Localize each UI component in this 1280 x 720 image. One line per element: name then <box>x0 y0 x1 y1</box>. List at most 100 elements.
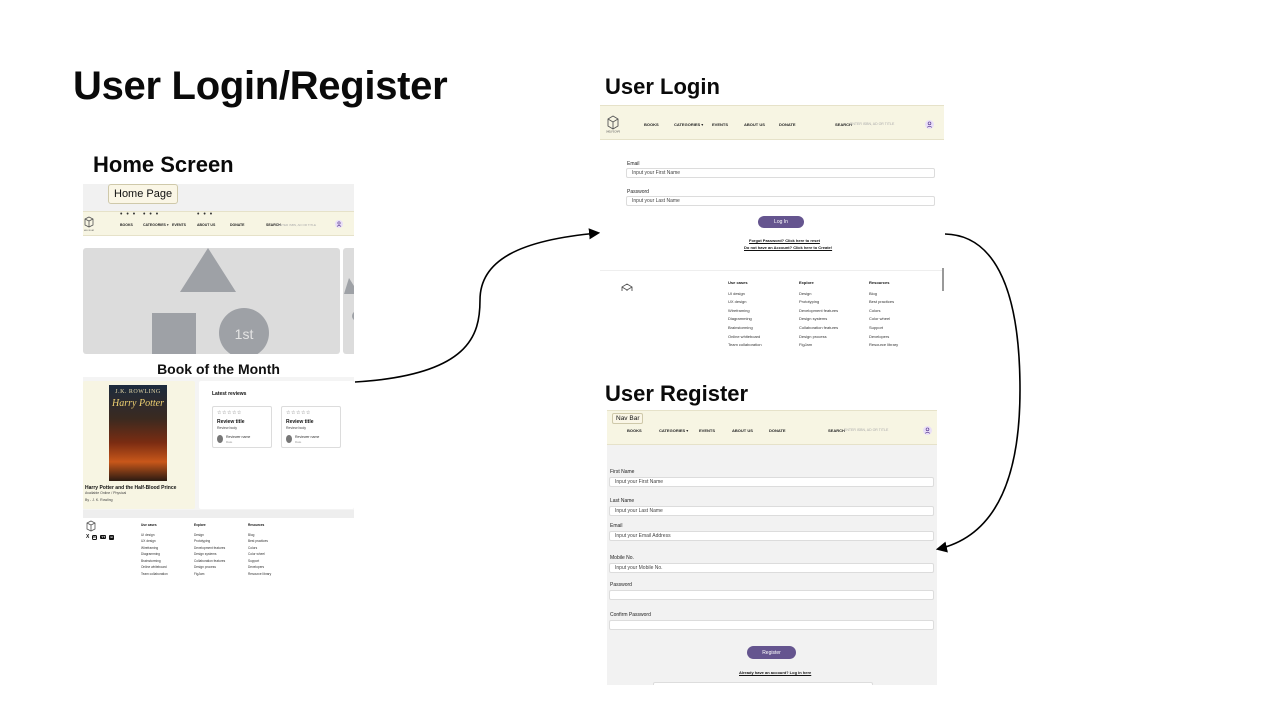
footer-link[interactable]: Brainstorming <box>728 324 762 333</box>
confirm-password-field[interactable] <box>609 620 934 630</box>
footer-link[interactable]: Online whiteboard <box>728 333 762 342</box>
footer-link[interactable]: Resource library <box>869 341 898 350</box>
home-screen-mockup: Home Page SHELFSCAPE • • • • • • • • • B… <box>83 184 354 580</box>
user-avatar-icon[interactable] <box>923 426 932 435</box>
footer-link[interactable]: Best practices <box>248 538 271 545</box>
nav-about[interactable]: ABOUT US <box>744 122 765 127</box>
book-of-month-card[interactable]: J.K. ROWLING Harry Potter Harry Potter a… <box>83 381 195 509</box>
reviewer-name: Reviewer name <box>226 435 251 439</box>
nav-search-input[interactable]: ENTER ISBN, AD OR TITLE <box>850 122 894 126</box>
nav-dots: • • • <box>197 211 214 218</box>
footer-link[interactable]: FigJam <box>799 341 838 350</box>
footer-link[interactable]: Support <box>869 324 898 333</box>
email-field[interactable]: Input your First Name <box>626 168 935 178</box>
logo-icon[interactable]: SHELFSCAPE <box>83 216 96 232</box>
user-avatar-icon[interactable] <box>335 220 343 228</box>
nav-books[interactable]: BOOKS <box>644 122 659 127</box>
footer-link[interactable]: Colors <box>869 307 898 316</box>
footer-link[interactable]: Online whiteboard <box>141 564 168 571</box>
forgot-password-link[interactable]: Forgot Password? Click here to reset <box>749 238 820 243</box>
svg-text:SHELFSCAPE: SHELFSCAPE <box>606 131 620 134</box>
latest-reviews-panel: Latest reviews ☆☆☆☆☆ Review title Review… <box>199 381 354 509</box>
nav-donate[interactable]: DONATE <box>230 223 245 227</box>
password-field[interactable] <box>609 590 934 600</box>
footer-link[interactable]: Color wheel <box>869 315 898 324</box>
nav-events[interactable]: EVENTS <box>699 428 715 433</box>
footer-link[interactable]: Design process <box>799 333 838 342</box>
footer-link[interactable]: UX design <box>728 298 762 307</box>
review-body: Review body <box>286 426 307 430</box>
footer-link[interactable]: Developers <box>869 333 898 342</box>
mobile-label: Mobile No. <box>610 555 634 561</box>
email-field[interactable]: Input your Email Address <box>609 531 934 541</box>
nav-donate[interactable]: DONATE <box>779 122 796 127</box>
review-card[interactable]: ☆☆☆☆☆ Review title Review body Reviewer … <box>281 406 341 448</box>
footer-link[interactable]: Blog <box>869 290 898 299</box>
nav-categories-label: CATEGORIES <box>674 122 701 127</box>
nav-events[interactable]: EVENTS <box>172 223 186 227</box>
review-card[interactable]: ☆☆☆☆☆ Review title Review body Reviewer … <box>212 406 272 448</box>
create-account-link[interactable]: Do not have an Account? Click here to Cr… <box>744 245 832 250</box>
login-button[interactable]: Log In <box>758 216 804 228</box>
password-label: Password <box>610 582 632 588</box>
footer-link[interactable]: Best practices <box>869 298 898 307</box>
nav-search-input[interactable]: ENTER ISBN, AD OR TITLE <box>844 428 888 432</box>
login-to-register-arrow <box>935 233 1021 553</box>
x-icon[interactable]: X <box>86 534 89 540</box>
star-rating-icon: ☆☆☆☆☆ <box>286 410 311 416</box>
login-here-link[interactable]: Already have an account? Log in here <box>739 670 811 675</box>
nav-dots: • • • <box>143 211 160 218</box>
nav-categories[interactable]: CATEGORIES ▾ <box>143 223 169 227</box>
nav-bar-label: Nav Bar <box>612 413 644 424</box>
nav-categories[interactable]: CATEGORIES ▾ <box>659 428 688 433</box>
register-button[interactable]: Register <box>747 646 796 659</box>
scrollbar[interactable] <box>942 268 944 291</box>
footer-link[interactable]: FigJam <box>194 571 225 578</box>
footer-heading: Resources <box>869 280 890 285</box>
chevron-down-icon: ▾ <box>701 122 704 127</box>
social-links: X IG YT in <box>86 534 115 540</box>
footer-link[interactable]: Team collaboration <box>728 341 762 350</box>
footer-link[interactable]: Wireframing <box>728 307 762 316</box>
first-name-label: First Name <box>610 469 635 475</box>
footer-link[interactable]: Design systems <box>799 315 838 324</box>
user-avatar-icon[interactable] <box>925 120 934 129</box>
nav-categories-label: CATEGORIES <box>143 223 166 227</box>
login-footer-explore: Explore Design Prototyping Development f… <box>799 279 838 350</box>
password-field[interactable]: Input your Last Name <box>626 196 935 206</box>
mobile-field[interactable]: Input your Mobile No. <box>609 563 934 573</box>
nav-donate[interactable]: DONATE <box>769 428 786 433</box>
footer-link[interactable]: Team collaboration <box>141 571 168 578</box>
home-to-login-arrow <box>354 228 601 383</box>
instagram-icon[interactable]: IG <box>92 534 98 540</box>
nav-about[interactable]: ABOUT US <box>732 428 753 433</box>
nav-books[interactable]: BOOKS <box>120 223 133 227</box>
footer-link[interactable]: Design <box>799 290 838 299</box>
linkedin-icon[interactable]: in <box>109 534 115 540</box>
footer-link[interactable]: Resource library <box>248 571 271 578</box>
hero-next-slide[interactable] <box>343 248 354 354</box>
last-name-field[interactable]: Input your Last Name <box>609 506 934 516</box>
footer-logo-icon[interactable] <box>86 519 96 532</box>
footer-link[interactable]: Prototyping <box>799 298 838 307</box>
home-footer: X IG YT in Use cases UI design UX design… <box>83 518 354 580</box>
review-title: Review title <box>286 419 314 425</box>
first-name-field[interactable]: Input your First Name <box>609 477 934 487</box>
chevron-down-icon: ▾ <box>686 428 689 433</box>
nav-books[interactable]: BOOKS <box>627 428 642 433</box>
footer-logo-icon[interactable] <box>620 283 634 291</box>
nav-events[interactable]: EVENTS <box>712 122 728 127</box>
nav-about[interactable]: ABOUT US <box>197 223 215 227</box>
login-footer-resources: Resources Blog Best practices Colors Col… <box>869 279 898 350</box>
nav-search-input[interactable]: ENTER ISBN, AD OR TITLE <box>278 223 316 227</box>
hero-carousel[interactable]: 1st <box>83 248 340 358</box>
youtube-icon[interactable]: YT <box>100 534 107 540</box>
home-footer-divider <box>83 510 354 518</box>
logo-icon[interactable]: SHELFSCAPE <box>605 115 621 134</box>
footer-link[interactable]: UI design <box>728 290 762 299</box>
hero-rank-badge: 1st <box>234 326 254 342</box>
footer-link[interactable]: Development features <box>799 307 838 316</box>
footer-link[interactable]: Collaboration features <box>799 324 838 333</box>
footer-link[interactable]: Diagramming <box>728 315 762 324</box>
nav-categories[interactable]: CATEGORIES ▾ <box>674 122 703 127</box>
